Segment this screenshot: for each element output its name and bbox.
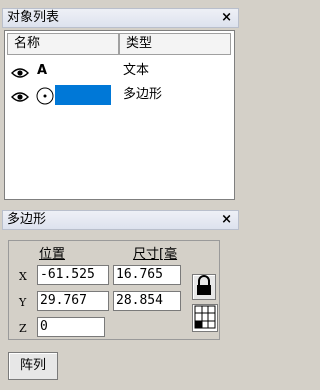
list-item[interactable]: A 文本 xyxy=(5,60,234,82)
list-item-type: 多边形 xyxy=(123,87,163,102)
polygon-panel-titlebar: 多边形 × xyxy=(2,210,239,230)
name-edit-field[interactable] xyxy=(55,85,111,105)
text-object-icon: A xyxy=(37,63,48,78)
y-label: Y xyxy=(19,296,27,309)
size-header: 尺寸[毫 xyxy=(133,247,178,262)
polygon-object-icon xyxy=(35,86,55,114)
y-size-input[interactable]: 28.854 xyxy=(113,291,181,311)
lock-icon xyxy=(197,275,211,295)
x-position-input[interactable]: -61.525 xyxy=(37,265,109,285)
list-item[interactable]: 多边形 xyxy=(5,84,234,106)
column-header-type-label: 类型 xyxy=(126,36,153,51)
transform-group: 位置 尺寸[毫 X -61.525 16.765 Y 29.767 28.854… xyxy=(8,240,220,340)
anchor-grid-button[interactable] xyxy=(192,304,218,332)
column-header-name-label: 名称 xyxy=(14,36,41,51)
object-list-titlebar: 对象列表 × xyxy=(2,8,239,28)
object-list-title: 对象列表 xyxy=(7,10,60,25)
grid-icon xyxy=(194,305,216,329)
z-label: Z xyxy=(19,322,27,335)
position-header: 位置 xyxy=(39,247,66,262)
array-button[interactable]: 阵列 xyxy=(8,352,58,380)
object-list-close-button[interactable]: × xyxy=(221,9,232,27)
y-position-input[interactable]: 29.767 xyxy=(37,291,109,311)
column-header-name[interactable]: 名称 xyxy=(7,33,119,55)
z-input[interactable]: 0 xyxy=(37,317,105,337)
x-size-input[interactable]: 16.765 xyxy=(113,265,181,285)
object-list[interactable]: 名称 类型 A 文本 多边形 xyxy=(4,30,235,200)
eye-icon[interactable] xyxy=(11,64,29,86)
lock-aspect-button[interactable] xyxy=(192,274,216,300)
polygon-panel-title: 多边形 xyxy=(7,212,47,227)
polygon-panel-close-button[interactable]: × xyxy=(221,211,232,229)
x-label: X xyxy=(19,270,27,283)
list-item-type: 文本 xyxy=(123,63,150,78)
eye-icon[interactable] xyxy=(11,88,29,110)
column-header-type[interactable]: 类型 xyxy=(119,33,231,55)
